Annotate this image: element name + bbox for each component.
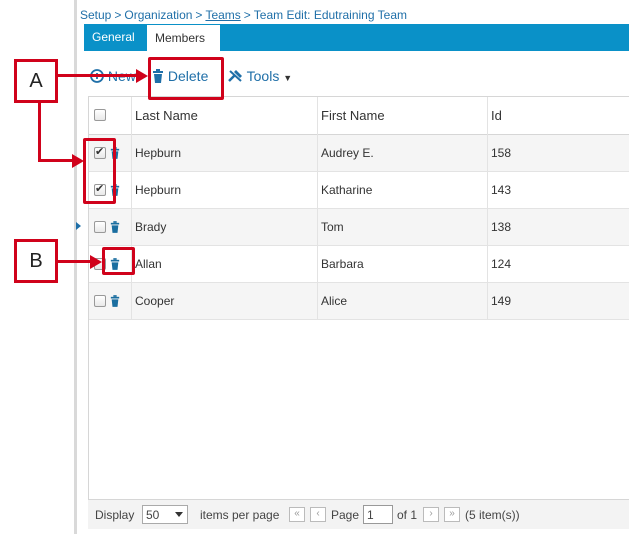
row-delete-icon[interactable] <box>110 295 120 307</box>
tools-icon <box>228 70 242 82</box>
tools-button-label: Tools <box>246 68 280 84</box>
breadcrumb: Setup > Organization > Teams > Team Edit: Edut… <box>80 8 407 22</box>
callout-a: A <box>14 59 58 103</box>
breadcrumb-current: Team Edit: Edutraining Team <box>253 8 407 22</box>
tab-members[interactable]: Members <box>147 24 220 51</box>
cell-first-name: Katharine <box>321 183 373 197</box>
page-label: Page <box>331 508 360 522</box>
highlight-selected-checkboxes <box>83 138 116 204</box>
page-size-value: 50 <box>146 508 160 522</box>
row-checkbox[interactable] <box>94 295 106 307</box>
cell-last-name: Hepburn <box>135 146 182 160</box>
column-header-first-name[interactable]: First Name <box>321 108 385 123</box>
row-delete-icon[interactable] <box>110 221 120 233</box>
cell-id: 143 <box>491 183 512 197</box>
cell-first-name: Audrey E. <box>321 146 374 160</box>
items-per-page-label: items per page <box>200 508 280 522</box>
page-of-label: of 1 <box>397 508 418 522</box>
page-size-select[interactable]: 50 <box>142 505 188 524</box>
column-divider <box>487 97 488 319</box>
members-grid: Last Name First Name Id Hepburn Audrey E… <box>88 96 629 529</box>
column-header-last-name[interactable]: Last Name <box>135 108 198 123</box>
cell-last-name: Brady <box>135 220 167 234</box>
arrow-right-icon <box>72 154 84 168</box>
select-all-checkbox[interactable] <box>94 109 106 121</box>
breadcrumb-organization[interactable]: Organization <box>124 8 192 22</box>
row-checkbox[interactable] <box>94 221 106 233</box>
last-page-icon[interactable]: » <box>444 507 460 522</box>
chevron-down-icon: ▼ <box>283 73 293 83</box>
cell-last-name: Allan <box>135 257 162 271</box>
cell-first-name: Tom <box>321 220 344 234</box>
page-number-input[interactable]: 1 <box>363 505 393 524</box>
cell-id: 124 <box>491 257 512 271</box>
breadcrumb-setup[interactable]: Setup <box>80 8 111 22</box>
arrow-right-icon <box>136 69 148 83</box>
cell-first-name: Barbara <box>321 257 364 271</box>
breadcrumb-separator: > <box>243 8 251 22</box>
cell-id: 138 <box>491 220 512 234</box>
arrow-right-icon <box>90 255 102 269</box>
pager-display-label: Display <box>95 508 135 522</box>
cell-id: 149 <box>491 294 512 308</box>
table-row[interactable]: Hepburn Katharine 143 <box>89 172 629 209</box>
table-row[interactable]: Hepburn Audrey E. 158 <box>89 135 629 172</box>
callout-b-line <box>58 260 92 263</box>
tools-button[interactable]: Tools ▼ <box>227 68 292 84</box>
prev-page-icon[interactable]: ‹ <box>310 507 326 522</box>
panel-divider <box>74 0 77 534</box>
callout-b: B <box>14 239 58 283</box>
item-count-label: (5 item(s)) <box>465 508 520 522</box>
table-row[interactable]: Allan Barbara 124 <box>89 246 629 283</box>
breadcrumb-separator: > <box>114 8 122 22</box>
breadcrumb-separator: > <box>195 8 203 22</box>
highlight-row-delete-icon <box>102 247 135 275</box>
tab-bar: General Members <box>84 24 629 51</box>
cell-id: 158 <box>491 146 512 160</box>
cell-last-name: Cooper <box>135 294 175 308</box>
first-page-icon[interactable]: « <box>289 507 305 522</box>
callout-a-line-down <box>38 103 41 162</box>
grid-pager: Display 50 items per page « ‹ Page 1 of … <box>88 499 629 529</box>
cell-first-name: Alice <box>321 294 348 308</box>
current-row-marker-icon <box>76 222 81 230</box>
callout-a-line-top <box>58 74 138 77</box>
column-divider <box>317 97 318 319</box>
tab-general[interactable]: General <box>84 24 147 51</box>
next-page-icon[interactable]: › <box>423 507 439 522</box>
column-header-id[interactable]: Id <box>491 108 502 123</box>
column-divider <box>131 97 132 319</box>
table-row[interactable]: Cooper Alice 149 <box>89 283 629 320</box>
callout-a-line-bottom <box>38 159 74 162</box>
table-row[interactable]: Brady Tom 138 <box>89 209 629 246</box>
highlight-delete-button <box>148 57 224 100</box>
chevron-down-icon <box>175 512 183 517</box>
grid-header: Last Name First Name Id <box>89 97 629 135</box>
breadcrumb-teams-link[interactable]: Teams <box>205 8 240 22</box>
page-number-value: 1 <box>367 508 374 522</box>
cell-last-name: Hepburn <box>135 183 182 197</box>
